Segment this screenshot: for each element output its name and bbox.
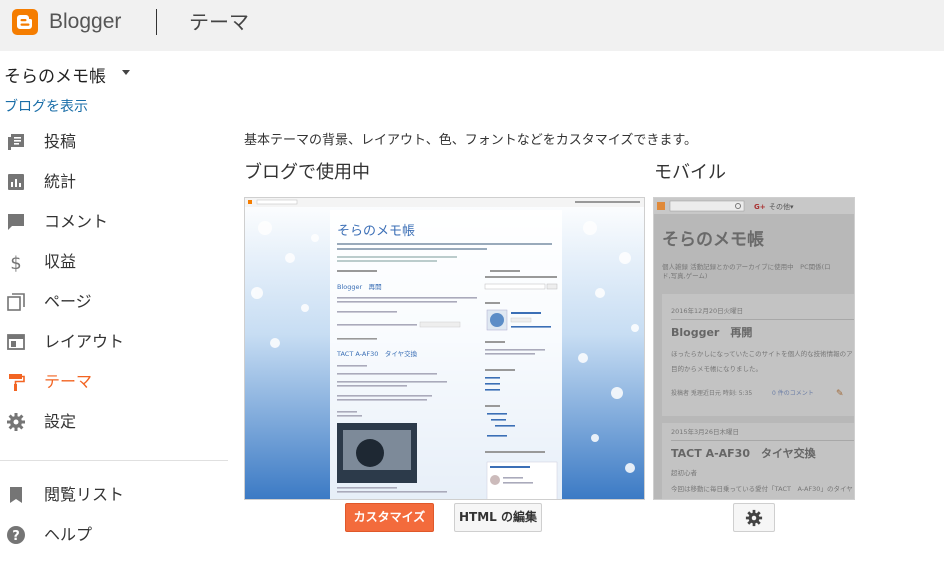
customize-button[interactable]: カスタマイズ — [345, 503, 434, 532]
posts-icon — [8, 134, 24, 150]
desktop-preview-thumbnail: そらのメモ帳 Blogger 再開 TACT A-AF30 タイヤ交換 — [245, 198, 644, 499]
sidebar-item-earnings[interactable]: $ 収益 — [0, 242, 228, 282]
desktop-theme-title: ブログで使用中 — [244, 162, 370, 183]
mobile-preview-date-2: 2015年3月26日木曜日 — [671, 427, 739, 436]
header-divider — [156, 9, 157, 35]
bookmark-icon — [10, 487, 22, 503]
desktop-preview-post1-title: Blogger 再開 — [337, 283, 382, 291]
chevron-down-icon[interactable] — [122, 70, 130, 75]
sidebar-item-posts[interactable]: 投稿 — [0, 122, 228, 162]
sidebar-item-help[interactable]: ? ヘルプ — [0, 515, 228, 555]
mobile-preview-post2-body-2: 今回は移動に毎日乗っている愛付「TACT A-AF30」のタイヤ — [671, 484, 853, 493]
sidebar-item-label: ヘルプ — [44, 525, 93, 544]
blog-selector[interactable]: そらのメモ帳 — [4, 66, 106, 88]
blogger-logo-glyph — [12, 9, 38, 35]
mobile-preview-post1-meta: 投稿者 兎理近日元 時刻: 5:35 — [671, 389, 752, 397]
mobile-preview-description: 個人雑録 活動記録とかのアーカイブに使用中 PC関係(ロ — [662, 262, 831, 271]
svg-text:✎: ✎ — [836, 389, 844, 399]
view-blog-link[interactable]: ブログを表示 — [4, 98, 88, 116]
sidebar-item-label: 設定 — [44, 412, 77, 431]
sidebar-item-label: コメント — [44, 212, 109, 231]
mobile-preview-description-2: ド,写真,ゲーム) — [662, 271, 707, 280]
comment-icon — [8, 214, 24, 230]
gear-icon — [7, 413, 25, 431]
desktop-theme-preview[interactable]: そらのメモ帳 Blogger 再開 TACT A-AF30 タイヤ交換 — [244, 197, 645, 500]
dollar-icon: $ — [10, 253, 21, 272]
sidebar-divider — [0, 460, 228, 461]
sidebar-item-label: 統計 — [44, 172, 77, 191]
sidebar-item-stats[interactable]: 統計 — [0, 162, 228, 202]
desktop-preview-blog-title: そらのメモ帳 — [337, 224, 415, 239]
svg-text:その他▾: その他▾ — [769, 202, 794, 211]
desktop-preview-post2-title: TACT A-AF30 タイヤ交換 — [336, 349, 418, 358]
mobile-preview-blog-title: そらのメモ帳 — [662, 229, 764, 250]
top-bar: Blogger テーマ — [0, 0, 944, 51]
page-title: テーマ — [189, 10, 249, 34]
blogger-logo-icon[interactable] — [12, 9, 38, 35]
mobile-preview-post2-body-1: 超初心者 — [671, 468, 698, 477]
sidebar-item-label: 収益 — [44, 252, 77, 271]
mobile-preview-date-1: 2016年12月20日火曜日 — [671, 306, 743, 315]
mobile-preview-post1-title: Blogger 再開 — [671, 326, 752, 339]
help-icon: ? — [7, 526, 25, 544]
layout-icon — [7, 334, 25, 350]
mobile-theme-preview[interactable]: G+ その他▾ そらのメモ帳 個人雑録 活動記録とかのアーカイブに使用中 PC関… — [653, 197, 855, 500]
sidebar-item-pages[interactable]: ページ — [0, 282, 228, 322]
svg-text:G+: G+ — [754, 203, 766, 211]
svg-text:$: $ — [10, 253, 21, 272]
sidebar-item-label: レイアウト — [44, 332, 125, 351]
mobile-preview-thumbnail: G+ その他▾ そらのメモ帳 個人雑録 活動記録とかのアーカイブに使用中 PC関… — [654, 198, 854, 499]
sidebar-item-label: 投稿 — [44, 132, 77, 151]
sidebar-item-reading-list[interactable]: 閲覧リスト — [0, 475, 228, 515]
sidebar-item-comments[interactable]: コメント — [0, 202, 228, 242]
mobile-preview-post1-body-2: 目的からメモ帳になりました。 — [671, 364, 762, 373]
sidebar-item-label: テーマ — [44, 372, 93, 391]
mobile-settings-button[interactable] — [733, 503, 775, 532]
mobile-preview-post2-title: TACT A-AF30 タイヤ交換 — [671, 446, 817, 460]
mobile-preview-post1-comments: 0 件のコメント — [772, 389, 814, 397]
sidebar-item-label: 閲覧リスト — [44, 485, 125, 504]
mobile-theme-title: モバイル — [654, 162, 726, 183]
stats-icon — [8, 174, 24, 190]
edit-html-button[interactable]: HTML の編集 — [454, 503, 542, 532]
gear-icon — [745, 509, 763, 527]
sidebar-item-theme[interactable]: テーマ — [0, 362, 228, 402]
sidebar-item-settings[interactable]: 設定 — [0, 402, 228, 442]
pages-icon — [7, 293, 25, 311]
sidebar-item-label: ページ — [44, 292, 92, 311]
brand-name[interactable]: Blogger — [49, 9, 121, 35]
svg-text:?: ? — [12, 529, 20, 544]
sidebar-item-layout[interactable]: レイアウト — [0, 322, 228, 362]
mobile-preview-post1-body-1: ほったらかしになっていたこのサイトを個人的な技術情報のア — [671, 349, 853, 358]
paint-roller-icon — [9, 374, 25, 391]
theme-intro-text: 基本テーマの背景、レイアウト、色、フォントなどをカスタマイズできます。 — [244, 133, 698, 148]
